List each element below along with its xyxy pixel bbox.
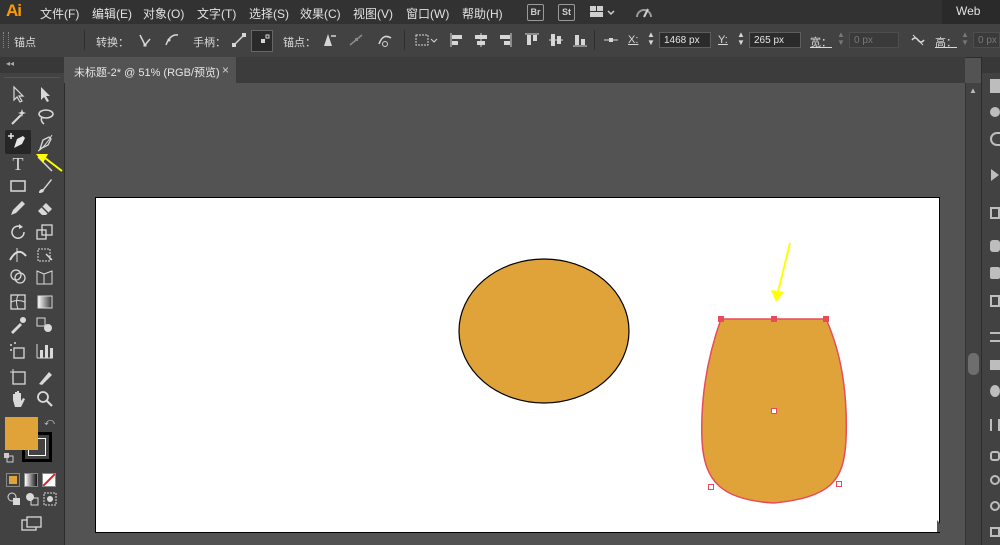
panel-icon-layers[interactable]	[990, 332, 1000, 342]
annotation-arrow	[777, 242, 791, 293]
scroll-up-icon[interactable]: ▲	[969, 86, 977, 95]
panel-icon-align[interactable]	[990, 419, 1000, 431]
panel-icon-artboards[interactable]	[990, 207, 1000, 219]
panel-icon-transform[interactable]	[990, 527, 1000, 537]
panel-icon-color[interactable]	[990, 107, 1000, 117]
annotation-arrow	[44, 157, 63, 172]
panel-dock	[981, 57, 1000, 545]
panel-icon-actions[interactable]	[991, 169, 999, 181]
panel-icon-appearance[interactable]	[990, 132, 1000, 146]
panel-icon-graphic-styles[interactable]	[990, 295, 1000, 307]
panel-icon-transparency[interactable]	[990, 385, 1000, 397]
dock-collapse[interactable]	[982, 57, 1000, 73]
anchor-point	[708, 484, 714, 490]
scroll-thumb[interactable]	[968, 353, 979, 375]
anchor-point	[836, 481, 842, 487]
anchor-point	[771, 316, 777, 322]
vertical-scrollbar[interactable]: ▲	[965, 83, 982, 545]
panel-icon-pathfinder[interactable]	[990, 451, 1000, 461]
ellipse-shape[interactable]	[458, 258, 630, 404]
annotation-arrows	[36, 154, 791, 302]
panel-icon-links[interactable]	[990, 475, 1000, 485]
panel-icon-symbols[interactable]	[990, 240, 1000, 252]
anchor-point	[823, 316, 829, 322]
anchor-point	[718, 316, 724, 322]
panel-icon-swatches[interactable]	[990, 360, 1000, 370]
panel-icon-navigator[interactable]	[990, 501, 1000, 511]
panel-icon-character[interactable]	[990, 79, 1000, 93]
annotation-arrowhead	[771, 290, 784, 302]
center-point	[771, 408, 777, 414]
panel-icon-brushes[interactable]	[990, 267, 1000, 279]
canvas-overlay	[36, 154, 848, 504]
